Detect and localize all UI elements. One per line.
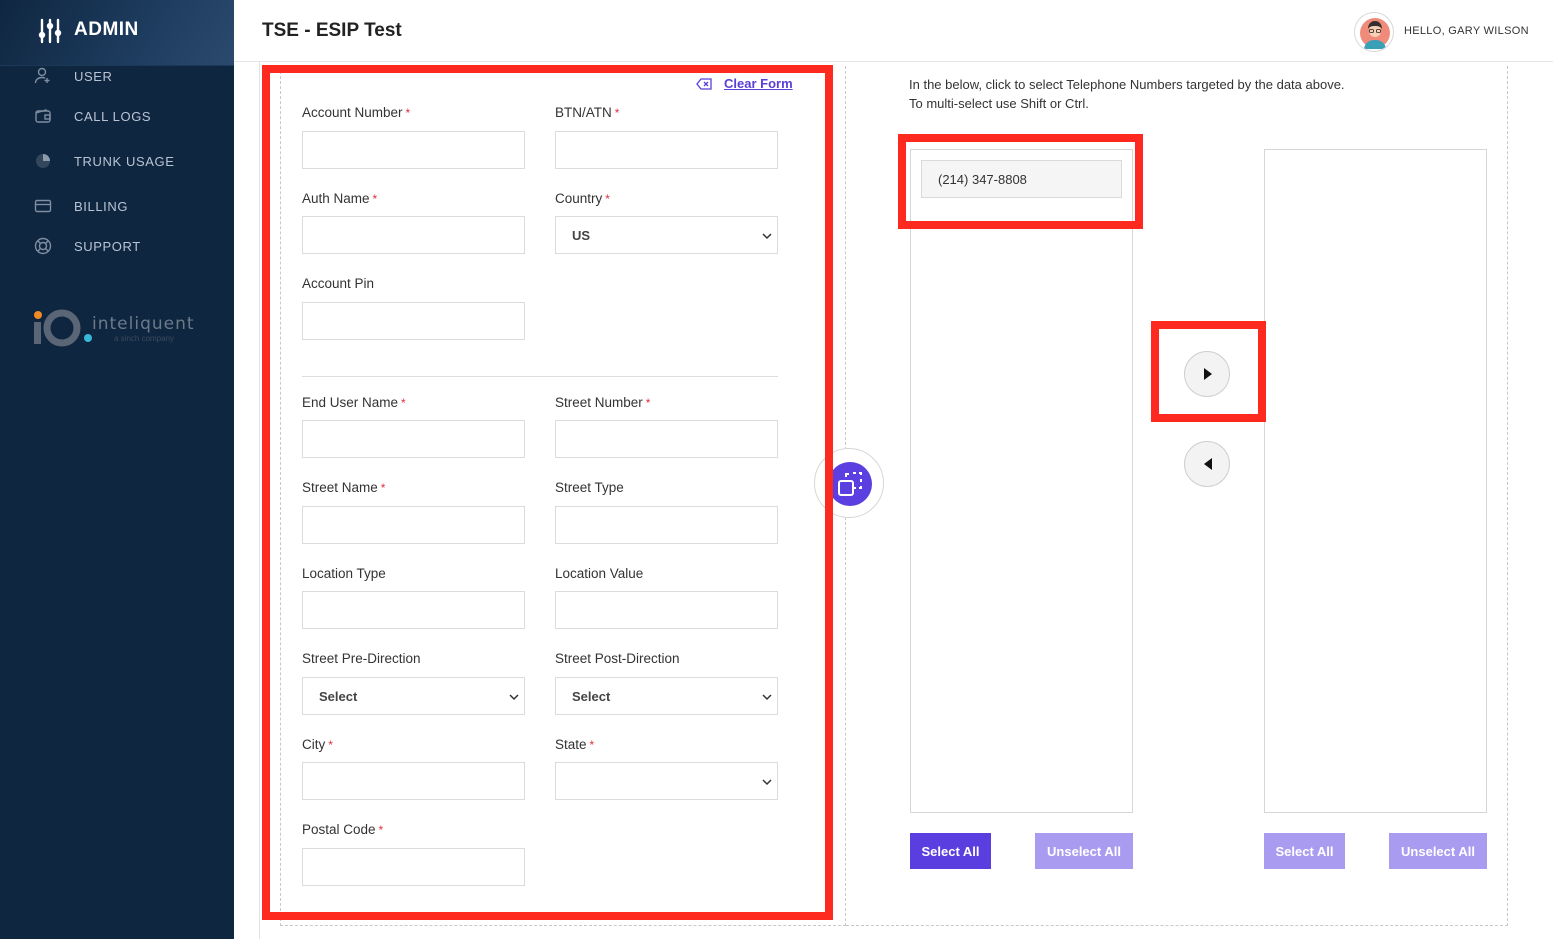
sidebar-item-support[interactable]: SUPPORT (0, 229, 234, 263)
clear-form-button[interactable]: Clear Form (696, 76, 793, 91)
street-pre-direction-select[interactable]: Select (302, 677, 525, 715)
top-header: TSE - ESIP Test HELLO, GARY WILSON (234, 0, 1553, 62)
sidebar-item-label: TRUNK USAGE (74, 154, 175, 169)
logo-tagline: a sinch company (114, 334, 175, 343)
copy-icon (838, 472, 862, 496)
company-logo: inteliquent a sinch company (32, 306, 202, 352)
street-type-label: Street Type (555, 480, 624, 495)
location-type-label: Location Type (302, 566, 386, 581)
caret-right-icon (1204, 368, 1212, 380)
form-divider (302, 376, 778, 377)
right-unselect-all-button[interactable]: Unselect All (1389, 833, 1487, 869)
list-item[interactable]: (214) 347-8808 (921, 160, 1122, 198)
copy-address-button[interactable] (814, 448, 884, 518)
pie-chart-icon (36, 154, 50, 168)
move-right-button[interactable] (1184, 351, 1230, 397)
left-unselect-all-button[interactable]: Unselect All (1035, 833, 1133, 869)
country-label: Country * (555, 191, 610, 206)
end-user-name-label: End User Name * (302, 395, 406, 410)
city-label: City * (302, 737, 333, 752)
sidebar-header: ADMIN (0, 0, 234, 66)
location-value-input[interactable] (555, 591, 778, 629)
chevron-down-icon (762, 694, 772, 701)
city-input[interactable] (302, 762, 525, 800)
chevron-down-icon (762, 779, 772, 786)
street-name-input[interactable] (302, 506, 525, 544)
btn-atn-label: BTN/ATN * (555, 105, 620, 120)
avatar-icon (1360, 18, 1390, 49)
auth-name-label: Auth Name * (302, 191, 378, 206)
chevron-down-icon (762, 233, 772, 240)
postal-code-input[interactable] (302, 848, 525, 886)
tn-instructions: In the below, click to select Telephone … (909, 75, 1469, 113)
account-pin-label: Account Pin (302, 276, 375, 291)
sidebar-item-trunk-usage[interactable]: TRUNK USAGE (0, 144, 234, 178)
instruction-line-2: To multi-select use Shift or Ctrl. (909, 96, 1089, 111)
end-user-name-input[interactable] (302, 420, 525, 458)
logo-mark-icon (34, 309, 92, 347)
brand-title: ADMIN (74, 19, 139, 40)
sidebar-item-label: BILLING (74, 199, 129, 214)
location-type-input[interactable] (302, 591, 525, 629)
street-name-label: Street Name * (302, 480, 386, 495)
sidebar-item-label: CALL LOGS (74, 109, 152, 124)
move-left-button[interactable] (1184, 441, 1230, 487)
state-select[interactable] (555, 762, 778, 800)
credit-card-icon (34, 199, 52, 213)
page-title: TSE - ESIP Test (262, 20, 402, 41)
sidebar-item-label: SUPPORT (74, 239, 141, 254)
account-number-input[interactable] (302, 131, 525, 169)
street-post-direction-select[interactable]: Select (555, 677, 778, 715)
left-select-all-button[interactable]: Select All (910, 833, 991, 869)
street-pre-direction-label: Street Pre-Direction (302, 651, 421, 666)
street-type-input[interactable] (555, 506, 778, 544)
sidebar-item-user[interactable]: USER (0, 59, 234, 93)
auth-name-input[interactable] (302, 216, 525, 254)
chevron-down-icon (509, 694, 519, 701)
user-greeting: HELLO, GARY WILSON (1404, 25, 1529, 37)
avatar[interactable] (1354, 12, 1394, 52)
street-number-input[interactable] (555, 420, 778, 458)
copy-address-button-face (828, 462, 872, 506)
instruction-line-1: In the below, click to select Telephone … (909, 77, 1345, 92)
logo-text: inteliquent (92, 314, 195, 334)
street-post-direction-label: Street Post-Direction (555, 651, 680, 666)
btn-atn-input[interactable] (555, 131, 778, 169)
sidebar-item-call-logs[interactable]: CALL LOGS (0, 99, 234, 133)
street-pre-direction-value: Select (319, 689, 358, 704)
street-post-direction-value: Select (572, 689, 611, 704)
user-icon (34, 67, 50, 84)
list-item-label: (214) 347-8808 (938, 172, 1027, 187)
country-select[interactable]: US (555, 216, 778, 254)
available-tn-list[interactable] (910, 149, 1133, 813)
account-number-label: Account Number * (302, 105, 411, 120)
sidebar-item-label: USER (74, 69, 113, 84)
clear-form-label: Clear Form (724, 76, 793, 91)
sidebar-item-billing[interactable]: BILLING (0, 189, 234, 223)
right-select-all-button[interactable]: Select All (1264, 833, 1345, 869)
location-value-label: Location Value (555, 566, 644, 581)
sidebar: ADMIN USER CALL LOGS TRUNK USAGE BILLING… (0, 0, 234, 939)
street-number-label: Street Number * (555, 395, 651, 410)
selected-tn-list[interactable] (1264, 149, 1487, 813)
sliders-icon (38, 18, 62, 44)
lifebuoy-icon (34, 237, 52, 255)
state-label: State * (555, 737, 595, 752)
wallet-icon (35, 109, 51, 123)
account-pin-input[interactable] (302, 302, 525, 340)
backspace-icon (696, 77, 712, 90)
country-value: US (572, 228, 591, 243)
postal-code-label: Postal Code * (302, 822, 384, 837)
caret-left-icon (1204, 458, 1212, 470)
